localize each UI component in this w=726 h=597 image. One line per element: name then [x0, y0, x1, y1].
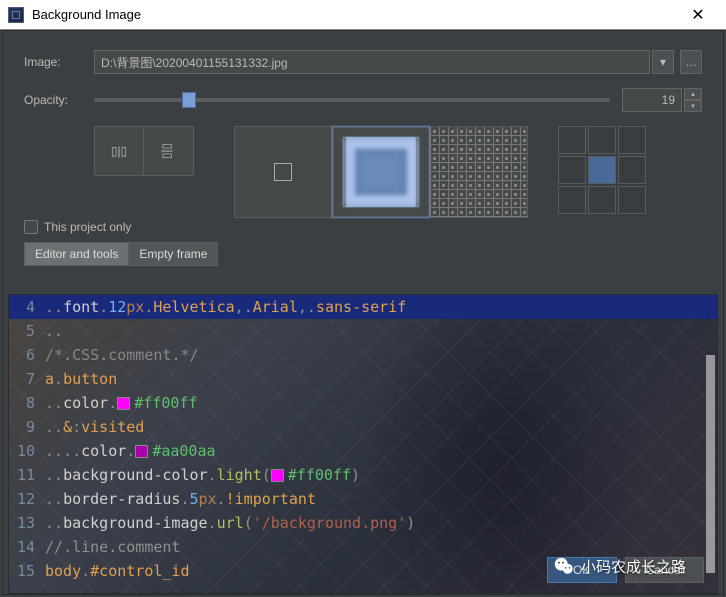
- code-text: ....color.#aa00aa: [45, 442, 216, 460]
- code-line[interactable]: 4..font.12px.Helvetica,.Arial,.sans-seri…: [9, 295, 717, 319]
- anchor-bottom-right[interactable]: [618, 186, 646, 214]
- anchor-middle-right[interactable]: [618, 156, 646, 184]
- code-line[interactable]: 8..color.#ff00ff: [9, 391, 717, 415]
- line-number: 5: [9, 322, 45, 340]
- line-number: 14: [9, 538, 45, 556]
- cancel-button[interactable]: Cancel: [625, 557, 704, 583]
- window-title: Background Image: [32, 7, 678, 22]
- anchor-middle-left[interactable]: [558, 156, 586, 184]
- opacity-slider[interactable]: [94, 98, 610, 102]
- close-button[interactable]: ✕: [678, 1, 718, 29]
- anchor-top-left[interactable]: [558, 126, 586, 154]
- tabs: Editor and tools Empty frame: [24, 242, 224, 266]
- button-bar: OK Cancel: [547, 557, 704, 583]
- anchor-grid: [558, 126, 646, 214]
- dialog-body: Image: ▾ … Opacity: 19 ▴ ▾ ▯|▯ ▯|▯: [0, 30, 726, 288]
- opacity-value-field[interactable]: 19: [622, 88, 682, 112]
- code-line[interactable]: 5..: [9, 319, 717, 343]
- code-line[interactable]: 10....color.#aa00aa: [9, 439, 717, 463]
- code-text: /*.CSS.comment.*/: [45, 346, 199, 364]
- line-number: 4: [9, 298, 45, 316]
- code-text: body.#control_id: [45, 562, 190, 580]
- code-line[interactable]: 14//.line.comment: [9, 535, 717, 559]
- line-number: 12: [9, 490, 45, 508]
- code-line[interactable]: 11..background-color.light(#ff00ff): [9, 463, 717, 487]
- code-text: ..background-image.url('/background.png'…: [45, 514, 415, 532]
- anchor-middle-center[interactable]: [588, 156, 616, 184]
- line-number: 15: [9, 562, 45, 580]
- code-line[interactable]: 6/*.CSS.comment.*/: [9, 343, 717, 367]
- line-number: 7: [9, 370, 45, 388]
- fill-plain-button[interactable]: [234, 126, 332, 218]
- code-text: ..font.12px.Helvetica,.Arial,.sans-serif: [45, 298, 406, 316]
- code-preview: 4..font.12px.Helvetica,.Arial,.sans-seri…: [8, 294, 718, 594]
- code-text: ..border-radius.5px.!important: [45, 490, 316, 508]
- image-label: Image:: [24, 55, 94, 69]
- anchor-bottom-center[interactable]: [588, 186, 616, 214]
- browse-button[interactable]: …: [680, 50, 702, 74]
- line-number: 9: [9, 418, 45, 436]
- code-text: ..: [45, 322, 63, 340]
- app-icon: [8, 7, 24, 23]
- anchor-bottom-left[interactable]: [558, 186, 586, 214]
- flip-group: ▯|▯ ▯|▯: [94, 126, 224, 176]
- anchor-top-center[interactable]: [588, 126, 616, 154]
- tab-empty-frame[interactable]: Empty frame: [129, 242, 218, 266]
- code-text: //.line.comment: [45, 538, 180, 556]
- opacity-label: Opacity:: [24, 93, 94, 107]
- code-text: ..&:visited: [45, 418, 144, 436]
- project-only-label: This project only: [44, 220, 131, 234]
- fill-tile-button[interactable]: [430, 126, 528, 218]
- code-line[interactable]: 12..border-radius.5px.!important: [9, 487, 717, 511]
- tab-editor-tools[interactable]: Editor and tools: [24, 242, 129, 266]
- code-text: ..background-color.light(#ff00ff): [45, 466, 360, 484]
- project-only-checkbox[interactable]: [24, 220, 38, 234]
- flip-horizontal-icon: ▯|▯: [111, 144, 127, 158]
- image-dropdown-button[interactable]: ▾: [652, 50, 674, 74]
- ok-button[interactable]: OK: [547, 557, 617, 583]
- code-line[interactable]: 7a.button: [9, 367, 717, 391]
- opacity-slider-thumb[interactable]: [182, 92, 196, 108]
- fill-scale-button[interactable]: [332, 126, 430, 218]
- code-line[interactable]: 9..&:visited: [9, 415, 717, 439]
- anchor-top-right[interactable]: [618, 126, 646, 154]
- line-number: 8: [9, 394, 45, 412]
- code-line[interactable]: 13..background-image.url('/background.pn…: [9, 511, 717, 535]
- code-text: a.button: [45, 370, 117, 388]
- titlebar: Background Image ✕: [0, 0, 726, 30]
- flip-vertical-icon: ▯|▯: [161, 143, 175, 159]
- line-number: 13: [9, 514, 45, 532]
- opacity-spinner[interactable]: ▴ ▾: [684, 88, 702, 112]
- code-text: ..color.#ff00ff: [45, 394, 197, 412]
- spin-down-icon[interactable]: ▾: [684, 100, 702, 112]
- line-number: 10: [9, 442, 45, 460]
- fill-mode-group: [234, 126, 528, 218]
- spin-up-icon[interactable]: ▴: [684, 88, 702, 100]
- flip-horizontal-button[interactable]: ▯|▯: [94, 126, 144, 176]
- flip-vertical-button[interactable]: ▯|▯: [144, 126, 194, 176]
- image-path-input[interactable]: [94, 50, 650, 74]
- line-number: 11: [9, 466, 45, 484]
- line-number: 6: [9, 346, 45, 364]
